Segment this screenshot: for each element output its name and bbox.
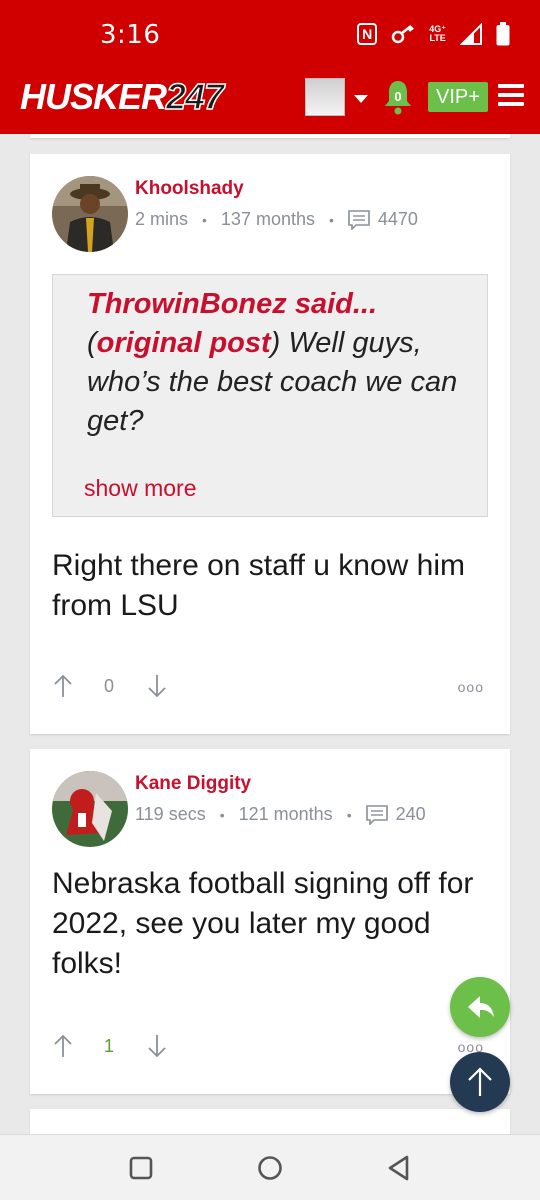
avatar[interactable] (52, 771, 128, 847)
back-button[interactable] (384, 1153, 414, 1183)
member-tenure: 137 months (220, 209, 315, 229)
reply-arrow-icon (468, 996, 494, 1018)
post-count: 240 (395, 804, 426, 824)
post-meta: 2 mins • 137 months • 4470 (135, 209, 418, 230)
scroll-to-top-button[interactable] (450, 1052, 510, 1112)
next-post-card (30, 1109, 510, 1134)
post-author[interactable]: Khoolshady (135, 178, 244, 200)
status-time: 3:16 (100, 20, 161, 50)
member-tenure: 121 months (238, 804, 333, 824)
notification-count: 0 (394, 89, 402, 104)
more-options-button[interactable]: ooo (458, 679, 484, 695)
comment-icon (348, 209, 370, 230)
menu-button[interactable] (498, 84, 524, 108)
user-avatar-button[interactable] (305, 78, 345, 116)
vote-count: 1 (104, 1035, 115, 1056)
vote-controls: 1 (52, 1034, 168, 1058)
downvote-arrow-icon[interactable] (146, 674, 168, 698)
post-author[interactable]: Kane Diggity (135, 773, 251, 795)
hamburger-icon (498, 84, 524, 88)
square-icon (129, 1156, 153, 1180)
recents-button[interactable] (126, 1153, 156, 1183)
post-body: Nebraska football signing off for 2022, … (52, 867, 474, 980)
quoted-user[interactable]: ThrowinBonez said... (87, 288, 377, 320)
quote-block: ThrowinBonez said... (original post) Wel… (52, 274, 488, 517)
nfc-icon: N (357, 23, 378, 45)
previous-post-card (30, 134, 510, 138)
home-button[interactable] (255, 1153, 285, 1183)
comment-icon (365, 804, 388, 825)
signal-icon (460, 23, 482, 45)
husker247-logo[interactable]: HUSKER247 (20, 75, 225, 118)
post-time: 2 mins (135, 209, 189, 229)
post-card: Kane Diggity 119 secs • 121 months • 240… (30, 749, 510, 1094)
downvote-arrow-icon[interactable] (146, 1034, 168, 1058)
show-more-link[interactable]: show more (84, 475, 196, 502)
post-time: 119 secs (135, 804, 206, 824)
status-icons: N 4G⁺ LTE (357, 22, 510, 46)
upvote-arrow-icon[interactable] (52, 1034, 74, 1058)
key-icon (391, 25, 415, 44)
system-navigation-bar (0, 1134, 540, 1200)
arrow-up-icon (468, 1067, 492, 1096)
original-post-link[interactable]: original post (97, 327, 271, 359)
app-header: HUSKER247 0 VIP+ (0, 70, 540, 134)
triangle-back-icon (388, 1155, 409, 1181)
vip-button[interactable]: VIP+ (428, 82, 488, 112)
battery-icon (496, 22, 510, 46)
post-count: 4470 (377, 209, 418, 229)
vote-controls: 0 (52, 674, 168, 698)
circle-icon (258, 1156, 282, 1180)
network-type: 4G⁺ LTE (429, 24, 446, 43)
notifications-button[interactable]: 0 (382, 78, 414, 116)
post-card: Khoolshady 2 mins • 137 months • 4470 Th… (30, 154, 510, 734)
post-body: Right there on staff u know him from LSU (52, 549, 465, 622)
upvote-arrow-icon[interactable] (52, 674, 74, 698)
chevron-down-icon[interactable] (354, 95, 368, 103)
post-meta: 119 secs • 121 months • 240 (135, 804, 426, 825)
avatar[interactable] (52, 176, 128, 252)
vote-count: 0 (104, 675, 115, 696)
reply-button[interactable] (450, 977, 510, 1037)
status-bar: 3:16 N 4G⁺ LTE (0, 0, 540, 70)
